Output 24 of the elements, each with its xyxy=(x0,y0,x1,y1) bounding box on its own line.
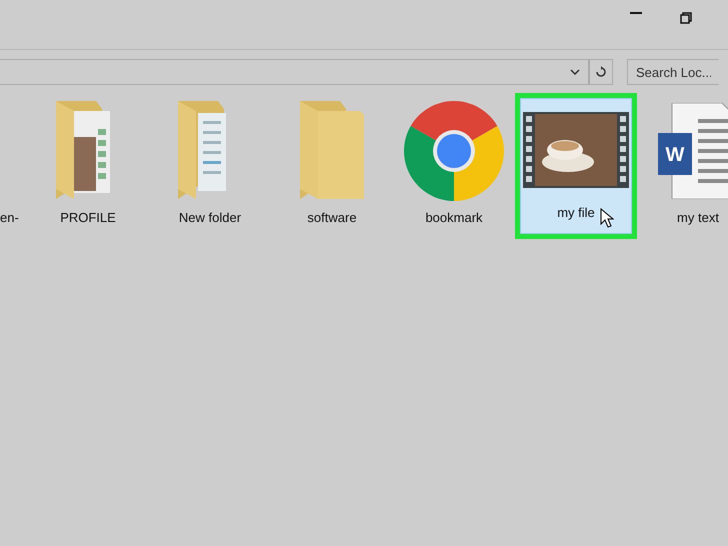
word-letter: W xyxy=(666,144,684,166)
file-item[interactable]: W my text xyxy=(637,93,728,239)
file-item[interactable]: en- xyxy=(0,93,27,239)
chrome-logo-icon xyxy=(404,101,504,201)
search-field[interactable]: Search Loc... xyxy=(627,59,719,85)
file-name: New folder xyxy=(178,210,242,225)
file-name: PROFILE xyxy=(60,210,116,225)
restore-icon[interactable] xyxy=(680,12,692,24)
refresh-icon xyxy=(595,66,607,78)
file-name: my file xyxy=(557,205,595,220)
file-name: software xyxy=(307,210,357,225)
file-name: en- xyxy=(0,210,19,225)
address-field[interactable] xyxy=(0,59,589,85)
file-item[interactable]: New folder xyxy=(149,93,271,239)
file-item[interactable]: PROFILE xyxy=(27,93,149,239)
chevron-down-icon[interactable] xyxy=(570,69,580,75)
file-item[interactable]: my file xyxy=(515,93,637,239)
refresh-button[interactable] xyxy=(589,59,613,85)
file-name: bookmark xyxy=(425,210,483,225)
video-thumbnail-icon xyxy=(523,112,629,188)
file-item[interactable]: bookmark xyxy=(393,93,515,239)
mouse-cursor-icon xyxy=(600,208,614,228)
file-name: my text xyxy=(677,210,719,225)
file-item[interactable]: software xyxy=(271,93,393,239)
